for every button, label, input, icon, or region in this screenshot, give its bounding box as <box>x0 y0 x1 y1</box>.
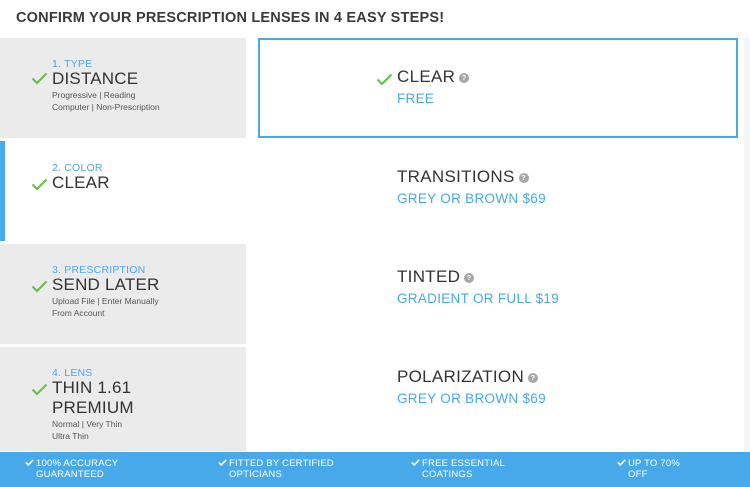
checkmark-icon <box>31 280 48 293</box>
step-type[interactable]: 1. TYPE DISTANCE Progressive | Reading C… <box>0 38 246 138</box>
step-color[interactable]: 2. COLOR CLEAR <box>0 141 246 241</box>
step-value: THIN 1.61 PREMIUM <box>52 378 232 418</box>
active-step-indicator <box>0 141 5 241</box>
step-sub-line: Upload File | Enter Manually <box>52 296 159 306</box>
checkmark-icon <box>31 72 48 85</box>
step-sub-line: From Account <box>52 307 105 318</box>
option-name: TRANSITIONS? <box>397 167 529 187</box>
benefit-line: FREE ESSENTIAL <box>422 458 506 469</box>
option-tinted[interactable]: TINTED? GRADIENT OR FULL $19 <box>258 238 738 338</box>
benefit-discount: UP TO 70% OFF <box>617 458 680 480</box>
page-title: CONFIRM YOUR PRESCRIPTION LENSES IN 4 EA… <box>16 10 445 26</box>
step-value: CLEAR <box>52 173 110 192</box>
step-option-list: Normal | Very Thin Ultra Thin <box>52 419 122 442</box>
step-value: DISTANCE <box>52 69 139 88</box>
benefit-coatings: FREE ESSENTIAL COATINGS <box>411 458 506 480</box>
step-sub-line: Computer | Non-Prescription <box>52 101 160 112</box>
scroll-edge <box>744 38 750 452</box>
benefit-accuracy: 100% ACCURACY GUARANTEED <box>25 458 119 480</box>
option-polarization[interactable]: POLARIZATION? GREY OR BROWN $69 <box>258 338 738 438</box>
benefit-line: FITTED BY CERTIFIED <box>229 458 334 469</box>
checkmark-icon <box>411 459 420 466</box>
checkmark-icon <box>218 459 227 466</box>
benefits-bar: 100% ACCURACY GUARANTEED FITTED BY CERTI… <box>0 452 750 487</box>
option-name: CLEAR? <box>397 67 470 87</box>
step-sub-line: Progressive | Reading <box>52 90 136 100</box>
benefit-line: OPTICIANS <box>229 469 283 480</box>
option-price: GREY OR BROWN $69 <box>397 391 546 406</box>
step-value-line: THIN 1.61 <box>52 378 132 397</box>
checkmark-icon <box>376 73 393 86</box>
benefit-line: GUARANTEED <box>36 469 104 480</box>
option-transitions[interactable]: TRANSITIONS? GREY OR BROWN $69 <box>258 138 738 238</box>
step-lens[interactable]: 4. LENS THIN 1.61 PREMIUM Normal | Very … <box>0 347 246 451</box>
checkmark-icon <box>617 459 626 466</box>
option-name: POLARIZATION? <box>397 367 539 387</box>
step-prescription[interactable]: 3. PRESCRIPTION SEND LATER Upload File |… <box>0 244 246 344</box>
option-price: GRADIENT OR FULL $19 <box>397 291 560 306</box>
checkmark-icon <box>25 459 34 466</box>
option-price: GREY OR BROWN $69 <box>397 191 546 206</box>
step-option-list: Upload File | Enter Manually From Accoun… <box>52 296 159 319</box>
option-clear[interactable]: CLEAR? FREE <box>258 38 738 138</box>
help-icon[interactable]: ? <box>528 373 539 383</box>
step-sub-line: Normal | Very Thin <box>52 419 123 429</box>
step-value-line: PREMIUM <box>52 398 134 417</box>
help-icon[interactable]: ? <box>518 173 529 183</box>
step-option-list: Progressive | Reading Computer | Non-Pre… <box>52 90 160 113</box>
checkmark-icon <box>31 178 48 191</box>
help-icon[interactable]: ? <box>464 273 475 283</box>
benefit-line: COATINGS <box>422 469 473 480</box>
benefit-opticians: FITTED BY CERTIFIED OPTICIANS <box>218 458 334 480</box>
option-name: TINTED? <box>397 267 475 287</box>
benefit-line: OFF <box>628 469 648 480</box>
benefit-line: UP TO 70% <box>628 458 680 469</box>
option-price: FREE <box>397 91 435 106</box>
help-icon[interactable]: ? <box>459 73 470 83</box>
step-sub-line: Ultra Thin <box>52 430 89 441</box>
step-value: SEND LATER <box>52 275 160 294</box>
checkmark-icon <box>31 383 48 396</box>
benefit-line: 100% ACCURACY <box>36 458 119 469</box>
